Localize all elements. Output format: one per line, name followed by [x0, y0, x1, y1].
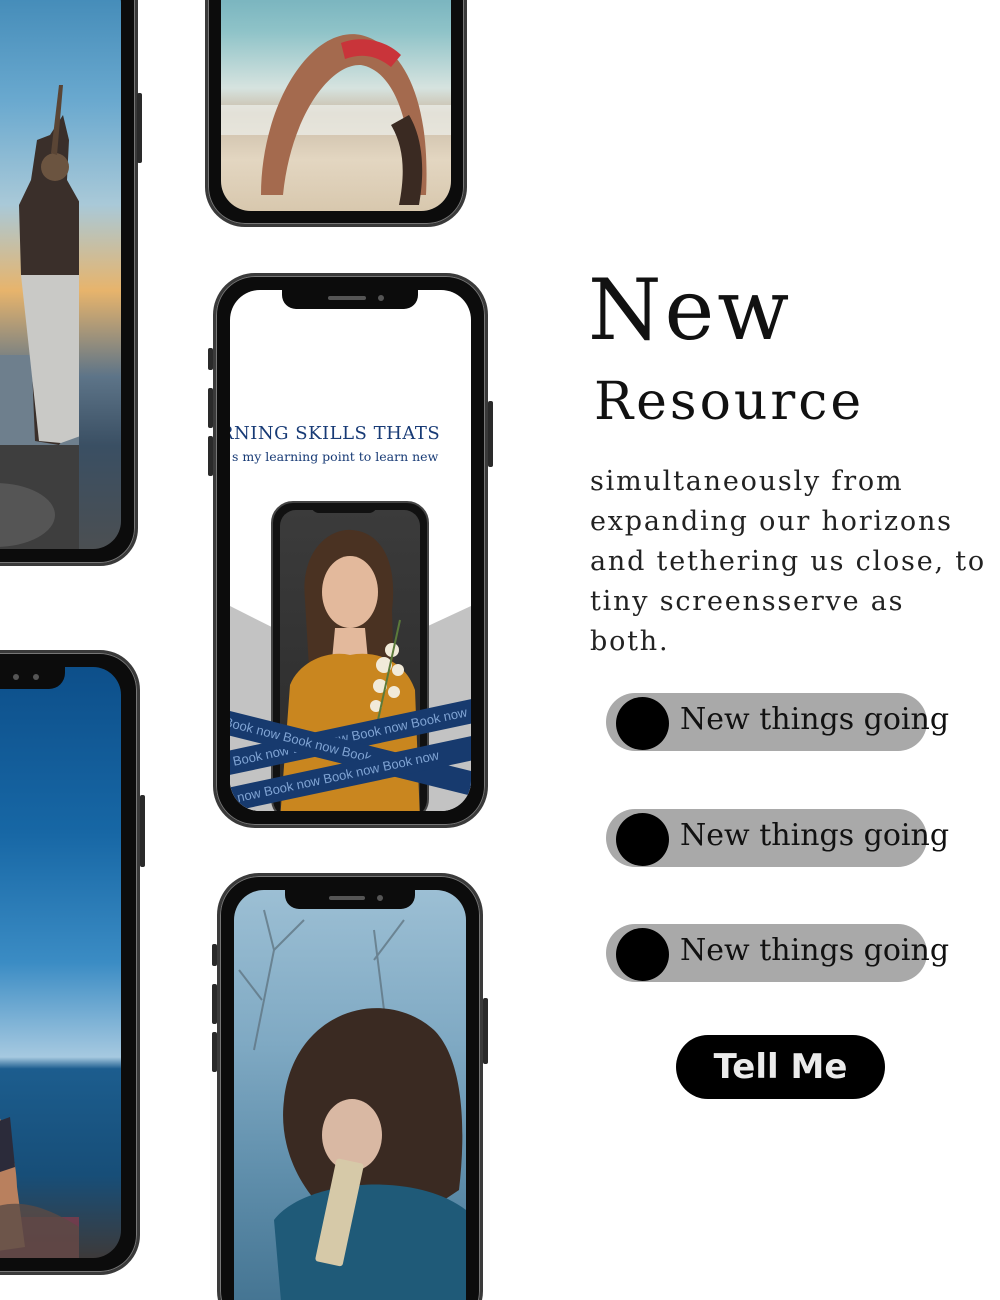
- reading-woman-photo: [238, 909, 466, 1300]
- option-label: New things going: [680, 933, 950, 968]
- phone-mockup-ocean: [0, 650, 145, 1275]
- camera-icon: [13, 674, 19, 680]
- option-toggle-2[interactable]: New things going: [606, 809, 949, 867]
- camera-icon: [378, 295, 384, 301]
- app-title: RNING SKILLS THATS: [230, 423, 441, 444]
- phone-notch: [0, 665, 65, 689]
- phone-side-button: [488, 401, 493, 467]
- toggle-knob-icon[interactable]: [616, 928, 669, 981]
- phone-side-button: [208, 388, 213, 428]
- phone-screen-beach-backbend: [221, 0, 451, 211]
- learning-app-screen: RNING SKILLS THATS s my learning point t…: [230, 290, 471, 811]
- phone-notch: [285, 887, 415, 909]
- phone-side-button: [208, 436, 213, 476]
- option-label: New things going: [680, 818, 950, 853]
- phone-screen-ocean: [0, 667, 121, 1258]
- speaker-icon: [328, 296, 366, 300]
- option-label: New things going: [680, 702, 950, 737]
- toggle-knob-icon[interactable]: [616, 697, 669, 750]
- phone-side-button: [212, 1032, 217, 1072]
- app-subtitle: s my learning point to learn new: [232, 449, 439, 464]
- ocean-yoga-photo: [0, 1117, 79, 1258]
- phone-side-button: [140, 795, 145, 867]
- camera-icon: [377, 895, 383, 901]
- phone-screen-yoga-sunset: [0, 0, 121, 549]
- phone-side-button: [137, 93, 142, 163]
- subheadline: Resource: [594, 372, 865, 432]
- phone-screen-reading: [234, 890, 466, 1300]
- toggle-knob-icon[interactable]: [616, 813, 669, 866]
- yoga-sunset-photo: [0, 85, 83, 549]
- phone-mockup-reading: [212, 873, 488, 1300]
- headline: New: [588, 261, 793, 359]
- phone-side-button: [483, 998, 488, 1064]
- phone-side-button: [208, 348, 213, 370]
- option-toggle-3[interactable]: New things going: [606, 924, 949, 982]
- option-toggle-1[interactable]: New things going: [606, 693, 949, 751]
- speaker-icon: [329, 896, 365, 900]
- phone-mockup-beach-backbend: [205, 0, 467, 227]
- tell-me-button[interactable]: Tell Me: [676, 1035, 885, 1099]
- phone-side-button: [212, 944, 217, 966]
- body-text: simultaneously from expanding our horizo…: [590, 466, 986, 657]
- phone-side-button: [212, 984, 217, 1024]
- phone-mockup-learning-app: RNING SKILLS THATS s my learning point t…: [208, 273, 493, 828]
- beach-backbend-photo: [221, 34, 451, 205]
- camera-icon: [33, 674, 39, 680]
- inner-phone-notch: [311, 503, 377, 513]
- page: RNING SKILLS THATS s my learning point t…: [0, 0, 1000, 1300]
- phone-notch: [282, 287, 418, 309]
- phone-mockup-yoga-sunset: [0, 0, 142, 566]
